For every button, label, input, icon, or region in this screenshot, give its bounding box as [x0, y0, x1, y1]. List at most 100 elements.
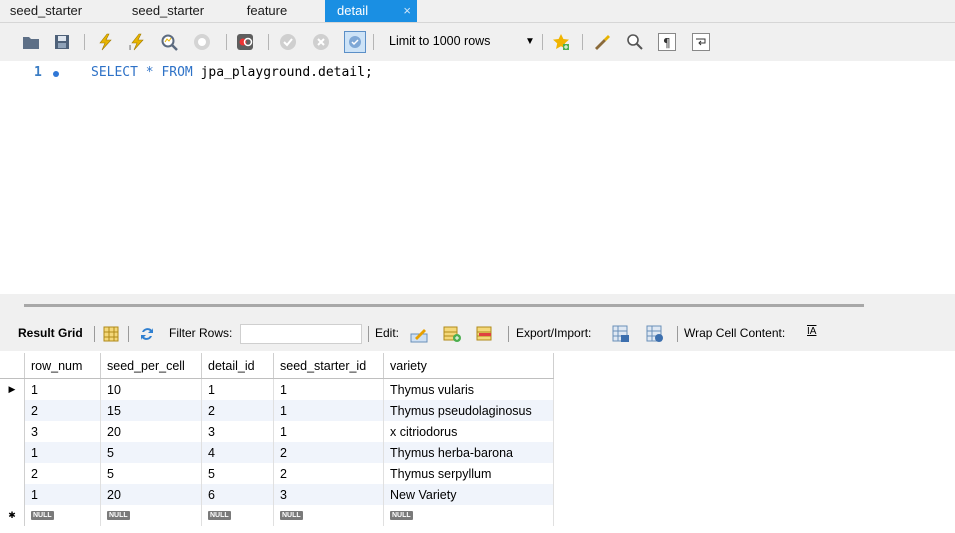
find-icon[interactable]: [626, 33, 644, 51]
cell-variety[interactable]: New Variety: [383, 484, 554, 505]
null-badge: NULL: [107, 510, 130, 520]
bookmark-star-icon[interactable]: [552, 33, 570, 51]
cell-seed-starter-id[interactable]: 1: [273, 378, 384, 400]
filter-rows-label: Filter Rows:: [169, 326, 233, 340]
sql-keyword-from: FROM: [161, 65, 193, 80]
cell-seed-starter-id[interactable]: 2: [273, 463, 384, 484]
cell-detail-id[interactable]: 4: [201, 442, 274, 463]
svg-text:¶: ¶: [663, 36, 671, 50]
column-header-seed-starter-id[interactable]: seed_starter_id: [273, 353, 384, 379]
header-row: row_num seed_per_cell detail_id seed_sta…: [0, 353, 554, 379]
export-import-label: Export/Import:: [516, 326, 592, 340]
sql-editor[interactable]: 1 SELECT * FROM jpa_playground.detail;: [0, 61, 955, 294]
cell-detail-id[interactable]: 2: [201, 400, 274, 421]
add-row-icon[interactable]: [443, 325, 461, 343]
tab-seed-starter-1[interactable]: seed_starter: [0, 0, 92, 22]
cell-row-num[interactable]: 2: [24, 463, 101, 484]
import-icon[interactable]: [646, 325, 664, 343]
cell-variety[interactable]: x citriodorus: [383, 421, 554, 442]
cell-variety[interactable]: Thymus vularis: [383, 378, 554, 400]
row-header: [0, 484, 25, 505]
null-badge: NULL: [280, 510, 303, 520]
cell-row-num[interactable]: 2: [24, 400, 101, 421]
cell-seed-per-cell[interactable]: 20: [100, 421, 202, 442]
cell-seed-per-cell[interactable]: 15: [100, 400, 202, 421]
commit-icon[interactable]: [279, 33, 297, 51]
cell-row-num[interactable]: 1: [24, 442, 101, 463]
cell-seed-starter-id[interactable]: 1: [273, 421, 384, 442]
statement-marker-icon: [53, 71, 59, 77]
wrap-cell-toggle-icon[interactable]: IA: [807, 326, 816, 337]
editor-tab-bar: seed_starter seed_starter feature detail…: [0, 0, 955, 23]
table-row[interactable]: 2 15 2 1 Thymus pseudolaginosus: [0, 400, 554, 421]
cell-null[interactable]: NULL: [383, 505, 554, 526]
results-toolbar: Result Grid Filter Rows: Edit: Export/Im…: [0, 315, 955, 351]
cell-null[interactable]: NULL: [100, 505, 202, 526]
column-header-detail-id[interactable]: detail_id: [201, 353, 274, 379]
table-row[interactable]: 1 20 6 3 New Variety: [0, 484, 554, 505]
tab-feature[interactable]: feature: [224, 0, 310, 22]
row-header: [0, 400, 25, 421]
delete-row-icon[interactable]: [476, 325, 494, 343]
cell-detail-id[interactable]: 6: [201, 484, 274, 505]
cell-seed-per-cell[interactable]: 20: [100, 484, 202, 505]
limit-rows-label: Limit to 1000 rows: [389, 34, 491, 48]
cell-row-num[interactable]: 3: [24, 421, 101, 442]
filter-rows-input[interactable]: [240, 324, 362, 344]
cell-detail-id[interactable]: 5: [201, 463, 274, 484]
cell-null[interactable]: NULL: [201, 505, 274, 526]
cell-seed-per-cell[interactable]: 5: [100, 463, 202, 484]
cell-row-num[interactable]: 1: [24, 484, 101, 505]
null-badge: NULL: [31, 510, 54, 520]
sql-statement[interactable]: SELECT * FROM jpa_playground.detail;: [91, 65, 373, 80]
cell-detail-id[interactable]: 1: [201, 378, 274, 400]
close-tab-icon[interactable]: ×: [403, 0, 411, 22]
new-row-marker-icon: ✱: [0, 505, 25, 526]
cell-null[interactable]: NULL: [24, 505, 101, 526]
column-header-row-num[interactable]: row_num: [24, 353, 101, 379]
editor-results-splitter[interactable]: [0, 294, 955, 315]
line-number: 1: [34, 65, 42, 80]
execute-current-icon[interactable]: I: [128, 33, 146, 51]
cell-row-num[interactable]: 1: [24, 378, 101, 400]
tab-detail[interactable]: detail ×: [325, 0, 417, 22]
new-row[interactable]: ✱ NULL NULL NULL NULL NULL: [0, 505, 554, 526]
cell-variety[interactable]: Thymus serpyllum: [383, 463, 554, 484]
cell-seed-per-cell[interactable]: 5: [100, 442, 202, 463]
result-grid-tab[interactable]: Result Grid: [18, 326, 83, 340]
column-header-variety[interactable]: variety: [383, 353, 554, 379]
cell-variety[interactable]: Thymus herba-barona: [383, 442, 554, 463]
result-grid[interactable]: row_num seed_per_cell detail_id seed_sta…: [0, 353, 554, 526]
wrap-text-icon[interactable]: [692, 33, 710, 51]
cell-seed-starter-id[interactable]: 2: [273, 442, 384, 463]
export-icon[interactable]: [612, 325, 630, 343]
table-row[interactable]: 2 5 5 2 Thymus serpyllum: [0, 463, 554, 484]
tab-seed-starter-2[interactable]: seed_starter: [114, 0, 222, 22]
table-row[interactable]: ▶ 1 10 1 1 Thymus vularis: [0, 378, 554, 400]
invisible-chars-icon[interactable]: ¶: [658, 33, 676, 51]
table-row[interactable]: 3 20 3 1 x citriodorus: [0, 421, 554, 442]
edit-cell-icon[interactable]: [410, 325, 428, 343]
refresh-icon[interactable]: [138, 325, 156, 343]
sql-table-name: jpa_playground.detail;: [200, 65, 373, 80]
rollback-icon[interactable]: [312, 33, 330, 51]
null-badge: NULL: [208, 510, 231, 520]
grid-view-icon[interactable]: [102, 325, 120, 343]
cell-null[interactable]: NULL: [273, 505, 384, 526]
cell-seed-starter-id[interactable]: 3: [273, 484, 384, 505]
autocommit-icon[interactable]: [344, 31, 366, 53]
stop-icon[interactable]: [193, 33, 211, 51]
limit-rows-dropdown[interactable]: Limit to 1000 rows ▼: [381, 31, 539, 52]
beautify-icon[interactable]: [593, 33, 611, 51]
cell-seed-starter-id[interactable]: 1: [273, 400, 384, 421]
save-icon[interactable]: [53, 33, 71, 51]
table-row[interactable]: 1 5 4 2 Thymus herba-barona: [0, 442, 554, 463]
cell-detail-id[interactable]: 3: [201, 421, 274, 442]
stop-on-error-icon[interactable]: [236, 33, 254, 51]
column-header-seed-per-cell[interactable]: seed_per_cell: [100, 353, 202, 379]
execute-icon[interactable]: [96, 33, 114, 51]
cell-variety[interactable]: Thymus pseudolaginosus: [383, 400, 554, 421]
explain-icon[interactable]: [160, 33, 178, 51]
cell-seed-per-cell[interactable]: 10: [100, 378, 202, 400]
open-folder-icon[interactable]: [22, 33, 40, 51]
